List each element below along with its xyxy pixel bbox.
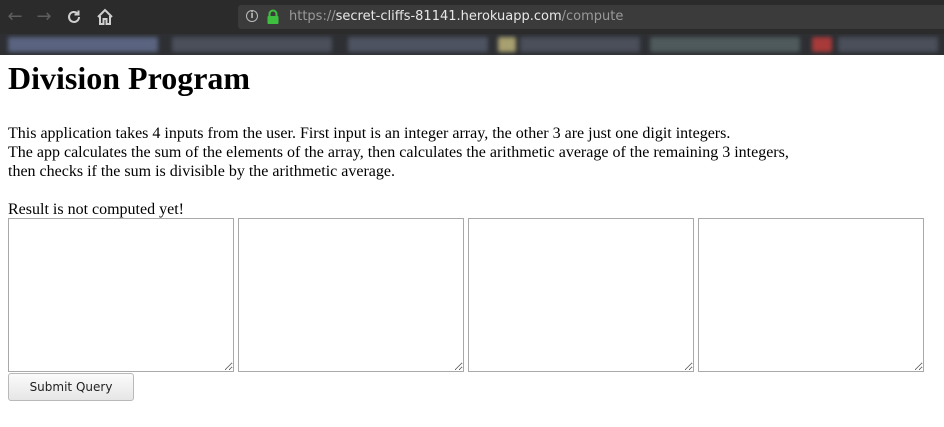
url-text: https://secret-cliffs-81141.herokuapp.co…: [289, 8, 623, 26]
forward-arrow-icon[interactable]: →: [33, 6, 55, 28]
submit-button[interactable]: Submit Query: [8, 373, 134, 401]
browser-toolbar: ← → i https://secret-cliffs-81141.heroku…: [0, 0, 944, 34]
bookmark-item[interactable]: [348, 37, 488, 52]
reload-icon[interactable]: [63, 6, 85, 28]
bookmark-item[interactable]: [498, 37, 516, 52]
home-icon[interactable]: [94, 6, 116, 28]
url-host: secret-cliffs-81141.herokuapp.com: [335, 9, 562, 24]
bookmark-item[interactable]: [838, 37, 938, 52]
page-title: Division Program: [8, 60, 251, 96]
bookmark-item[interactable]: [520, 37, 640, 52]
integer-input-2[interactable]: [468, 218, 694, 372]
integer-input-3[interactable]: [698, 218, 924, 372]
info-icon[interactable]: i: [246, 10, 258, 22]
integer-input-1[interactable]: [238, 218, 464, 372]
description-line: This application takes 4 inputs from the…: [8, 125, 731, 142]
back-arrow-icon[interactable]: ←: [4, 6, 26, 28]
url-scheme: https://: [289, 9, 336, 24]
description-line: then checks if the sum is divisible by t…: [8, 163, 395, 180]
reload-glyph: [68, 10, 80, 23]
array-input[interactable]: [8, 218, 234, 372]
description-line: The app calculates the sum of the elemen…: [8, 144, 789, 161]
input-row: [8, 218, 936, 372]
bookmark-item[interactable]: [172, 37, 332, 52]
bookmark-item[interactable]: [650, 37, 800, 52]
lock-icon[interactable]: [266, 9, 280, 25]
home-glyph: [97, 8, 113, 25]
url-path: /compute: [561, 9, 624, 24]
page-content: Division Program This application takes …: [8, 55, 936, 401]
bookmarks-bar: [0, 34, 944, 55]
description: This application takes 4 inputs from the…: [8, 124, 936, 181]
result-text: Result is not computed yet!: [8, 201, 184, 218]
bookmark-item[interactable]: [8, 37, 158, 52]
bookmark-item[interactable]: [812, 37, 832, 52]
address-bar[interactable]: i https://secret-cliffs-81141.herokuapp.…: [238, 5, 944, 29]
